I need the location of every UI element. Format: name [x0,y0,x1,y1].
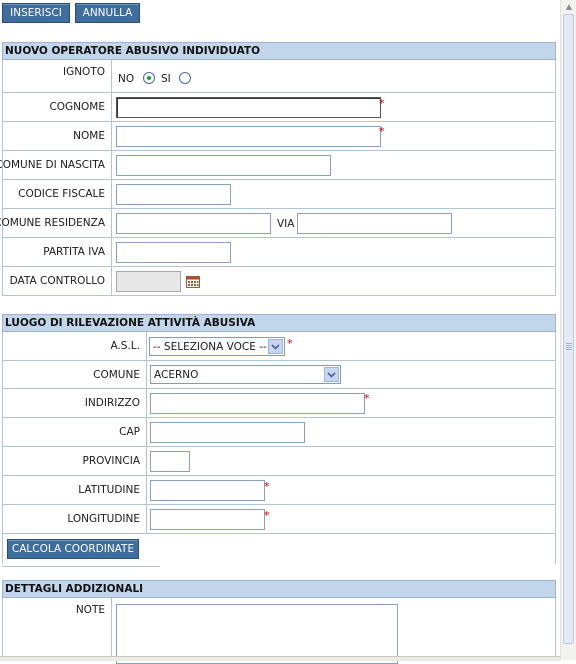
check-date-input[interactable] [116,271,181,292]
chevron-down-icon[interactable] [324,367,339,382]
town-selected-value: ACERNO [154,368,199,381]
residence-row: COMUNE RESIDENZA VIA [0,209,555,238]
street-input[interactable] [297,213,452,234]
residence-town-input[interactable] [116,213,271,234]
latitude-row: LATITUDINE * [3,476,555,505]
notes-label: NOTE [3,598,112,660]
grip-icon [566,343,572,351]
zip-label: CAP [3,418,147,446]
vat-label: PARTITA IVA [3,238,112,266]
notes-textarea[interactable] [116,604,398,664]
compute-row: CALCOLA COORDINATE [3,534,555,564]
residence-label: COMUNE RESIDENZA [0,209,112,237]
surname-input[interactable] [116,97,381,118]
longitude-label: LONGITUDINE [3,505,147,533]
birth-town-input[interactable] [116,155,331,176]
details-section: DETTAGLI ADDIZIONALI NOTE [2,580,556,664]
street-label: VIA [277,218,295,230]
insert-button[interactable]: INSERISCI [2,3,70,23]
location-section-title: LUOGO DI RILEVAZIONE ATTIVITÀ ABUSIVA [2,314,556,332]
zip-row: CAP [3,418,555,447]
province-row: PROVINCIA [3,447,555,476]
details-section-title: DETTAGLI ADDIZIONALI [2,580,556,598]
vat-row: PARTITA IVA [3,238,555,267]
compute-coordinates-button[interactable]: CALCOLA COORDINATE [7,539,139,559]
notes-row: NOTE [3,598,555,664]
location-section: LUOGO DI RILEVAZIONE ATTIVITÀ ABUSIVA A.… [2,314,556,567]
name-required-mark: * [379,125,385,138]
birth-town-row: COMUNE DI NASCITA [0,151,555,180]
latitude-label: LATITUDINE [3,476,147,504]
zip-input[interactable] [150,422,305,443]
town-select[interactable]: ACERNO [150,365,341,384]
check-date-row: DATA CONTROLLO [3,267,555,296]
check-date-label: DATA CONTROLLO [3,267,112,295]
name-row: NOME * [3,122,555,151]
birth-town-label: COMUNE DI NASCITA [0,151,112,179]
town-row: COMUNE ACERNO [3,361,555,389]
vertical-scrollbar[interactable]: ▲ [560,0,576,660]
longitude-required-mark: * [264,509,270,522]
name-label: NOME [3,122,112,150]
unknown-si-radio[interactable] [179,72,191,84]
chevron-down-icon[interactable] [268,339,283,354]
name-input[interactable] [116,126,381,147]
latitude-input[interactable] [150,480,265,501]
longitude-input[interactable] [150,509,265,530]
address-input[interactable] [150,393,365,414]
address-label: INDIRIZZO [3,389,147,417]
asl-select[interactable]: -- SELEZIONA VOCE -- [149,337,285,356]
asl-required-mark: * [287,337,293,350]
unknown-no-label: NO [118,73,135,85]
longitude-row: LONGITUDINE * [3,505,555,534]
surname-required-mark: * [379,97,385,110]
asl-row: A.S.L. -- SELEZIONA VOCE -- * [3,332,555,361]
unknown-no-radio[interactable] [143,72,155,84]
scrollbar-thumb[interactable] [563,14,574,644]
bottom-edge [0,656,560,661]
tax-code-label: CODICE FISCALE [3,180,112,208]
asl-selected-value: -- SELEZIONA VOCE -- [153,340,267,353]
tax-code-row: CODICE FISCALE [3,180,555,209]
scroll-up-icon[interactable]: ▲ [564,2,574,12]
unknown-si-label: SI [161,73,171,85]
unknown-label: IGNOTO [3,60,112,92]
cancel-button[interactable]: ANNULLA [75,3,140,23]
compute-row-divider [2,566,160,567]
vat-input[interactable] [116,242,231,263]
latitude-required-mark: * [264,480,270,493]
tax-code-input[interactable] [116,184,231,205]
operator-section: NUOVO OPERATORE ABUSIVO INDIVIDUATO IGNO… [0,42,556,296]
asl-label: A.S.L. [3,332,147,360]
address-required-mark: * [364,392,370,405]
province-label: PROVINCIA [3,447,147,475]
calendar-icon[interactable] [186,276,200,291]
surname-row: COGNOME * [3,93,555,122]
address-row: INDIRIZZO * [3,389,555,418]
unknown-row: IGNOTO NO SI [3,60,555,93]
town-label: COMUNE [3,361,147,388]
operator-section-title: NUOVO OPERATORE ABUSIVO INDIVIDUATO [2,42,556,60]
province-input[interactable] [150,451,190,472]
surname-label: COGNOME [3,93,112,121]
